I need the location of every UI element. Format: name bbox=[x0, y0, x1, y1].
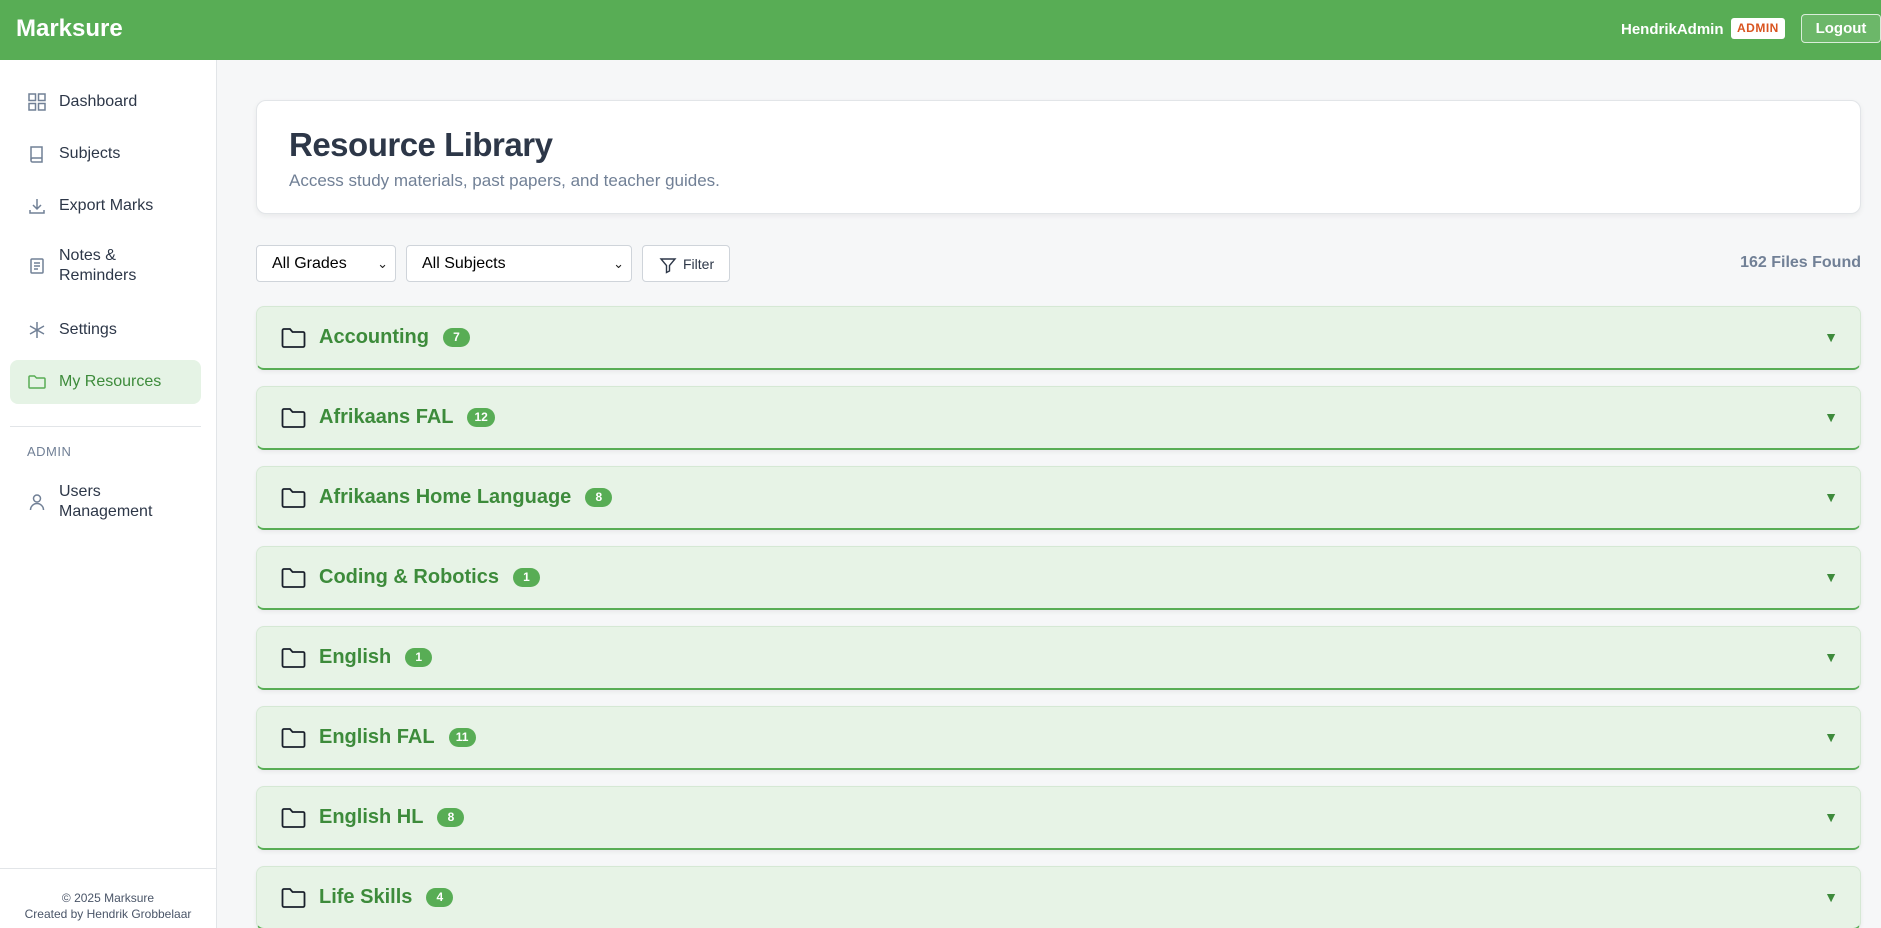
folder-icon bbox=[281, 567, 306, 589]
user-icon bbox=[27, 492, 47, 512]
sidebar-item-label: Subjects bbox=[59, 145, 121, 162]
file-count-badge: 7 bbox=[443, 328, 470, 347]
notes-icon bbox=[27, 256, 47, 276]
file-count-badge: 8 bbox=[437, 808, 465, 827]
grid-icon bbox=[27, 92, 47, 112]
grade-select-value: All Grades bbox=[272, 255, 347, 272]
folder-name: Afrikaans FAL bbox=[319, 406, 454, 428]
expand-arrow-icon[interactable]: ▼ bbox=[1824, 889, 1838, 905]
asterisk-icon bbox=[27, 320, 47, 340]
folder-row-coding-robotics[interactable]: Coding & Robotics 1 ▼ bbox=[256, 546, 1861, 610]
expand-arrow-icon[interactable]: ▼ bbox=[1824, 409, 1838, 425]
filter-icon bbox=[659, 256, 677, 274]
brand-logo[interactable]: Marksure bbox=[16, 15, 123, 43]
folder-name: Coding & Robotics bbox=[319, 566, 499, 588]
sidebar-item-settings[interactable]: Settings bbox=[10, 308, 201, 352]
file-count: 162 Files Found bbox=[1740, 254, 1861, 271]
sidebar-item-label: Dashboard bbox=[59, 93, 138, 110]
folder-row-afrikaans-fal[interactable]: Afrikaans FAL 12 ▼ bbox=[256, 386, 1861, 450]
admin-section-heading: ADMIN bbox=[27, 444, 72, 459]
folder-row-afrikaans-home-language[interactable]: Afrikaans Home Language 8 ▼ bbox=[256, 466, 1861, 530]
sidebar-divider bbox=[10, 426, 201, 427]
folder-icon bbox=[281, 487, 306, 509]
sidebar-item-label: Notes & Reminders bbox=[59, 247, 137, 284]
file-count-badge: 11 bbox=[448, 728, 476, 747]
grade-select[interactable]: All Grades ⌄ bbox=[256, 245, 396, 282]
chevron-down-icon: ⌄ bbox=[613, 256, 624, 271]
folder-icon bbox=[281, 407, 306, 429]
logout-button[interactable]: Logout bbox=[1801, 14, 1881, 43]
sidebar-item-export-marks[interactable]: Export Marks bbox=[10, 184, 201, 228]
subject-select[interactable]: All Subjects ⌄ bbox=[406, 245, 632, 282]
page-header-card: Resource Library Access study materials,… bbox=[256, 100, 1861, 214]
expand-arrow-icon[interactable]: ▼ bbox=[1824, 729, 1838, 745]
file-count-badge: 8 bbox=[585, 488, 613, 507]
page-title: Resource Library bbox=[289, 126, 553, 163]
sidebar-item-label: Export Marks bbox=[59, 197, 154, 214]
folder-row-english[interactable]: English 1 ▼ bbox=[256, 626, 1861, 690]
file-count-badge: 1 bbox=[512, 568, 540, 587]
filter-button[interactable]: Filter bbox=[642, 245, 730, 282]
folder-name: Accounting bbox=[319, 326, 429, 348]
sidebar: Dashboard Subjects Export Marks Notes & … bbox=[0, 60, 217, 928]
sidebar-footer: © 2025 Marksure Created by Hendrik Grobb… bbox=[0, 868, 216, 928]
chevron-down-icon: ⌄ bbox=[377, 256, 388, 271]
copyright-text: © 2025 Marksure bbox=[61, 891, 155, 905]
folder-name: English FAL bbox=[319, 726, 435, 748]
file-count-badge: 12 bbox=[467, 408, 495, 427]
folder-name: Life Skills bbox=[319, 886, 413, 908]
folder-icon bbox=[281, 327, 306, 349]
page-subtitle: Access study materials, past papers, and… bbox=[289, 171, 720, 190]
expand-arrow-icon[interactable]: ▼ bbox=[1824, 569, 1838, 585]
current-user-name: HendrikAdmin bbox=[1621, 21, 1724, 38]
role-badge: ADMIN bbox=[1731, 18, 1785, 39]
download-icon bbox=[27, 196, 47, 216]
expand-arrow-icon[interactable]: ▼ bbox=[1824, 329, 1838, 345]
filter-button-label: Filter bbox=[683, 256, 715, 272]
credits-text: Created by Hendrik Grobbelaar bbox=[24, 907, 192, 921]
folder-icon bbox=[281, 727, 306, 749]
sidebar-item-my-resources[interactable]: My Resources bbox=[10, 360, 201, 404]
sidebar-item-users-management[interactable]: Users Management bbox=[10, 472, 201, 532]
sidebar-item-dashboard[interactable]: Dashboard bbox=[10, 80, 201, 124]
folder-row-english-hl[interactable]: English HL 8 ▼ bbox=[256, 786, 1861, 850]
expand-arrow-icon[interactable]: ▼ bbox=[1824, 809, 1838, 825]
sidebar-item-label: Users Management bbox=[59, 483, 153, 520]
folder-row-life-skills[interactable]: Life Skills 4 ▼ bbox=[256, 866, 1861, 928]
folder-icon bbox=[27, 372, 47, 392]
folder-name: Afrikaans Home Language bbox=[319, 486, 572, 508]
folder-icon bbox=[281, 887, 306, 909]
folder-icon bbox=[281, 807, 306, 829]
book-icon bbox=[27, 144, 47, 164]
file-count-badge: 1 bbox=[405, 648, 433, 667]
top-bar: Marksure HendrikAdmin ADMIN Logout bbox=[0, 0, 1881, 60]
folder-icon bbox=[281, 647, 306, 669]
subject-select-value: All Subjects bbox=[422, 255, 506, 272]
folder-row-english-fal[interactable]: English FAL 11 ▼ bbox=[256, 706, 1861, 770]
expand-arrow-icon[interactable]: ▼ bbox=[1824, 489, 1838, 505]
folder-row-accounting[interactable]: Accounting 7 ▼ bbox=[256, 306, 1861, 370]
folder-name: English HL bbox=[319, 806, 424, 828]
sidebar-item-notes-reminders[interactable]: Notes & Reminders bbox=[10, 236, 201, 296]
file-count-badge: 4 bbox=[426, 888, 454, 907]
expand-arrow-icon[interactable]: ▼ bbox=[1824, 649, 1838, 665]
sidebar-item-label: Settings bbox=[59, 321, 117, 338]
folder-name: English bbox=[319, 646, 392, 668]
sidebar-item-subjects[interactable]: Subjects bbox=[10, 132, 201, 176]
sidebar-item-label: My Resources bbox=[59, 373, 162, 390]
